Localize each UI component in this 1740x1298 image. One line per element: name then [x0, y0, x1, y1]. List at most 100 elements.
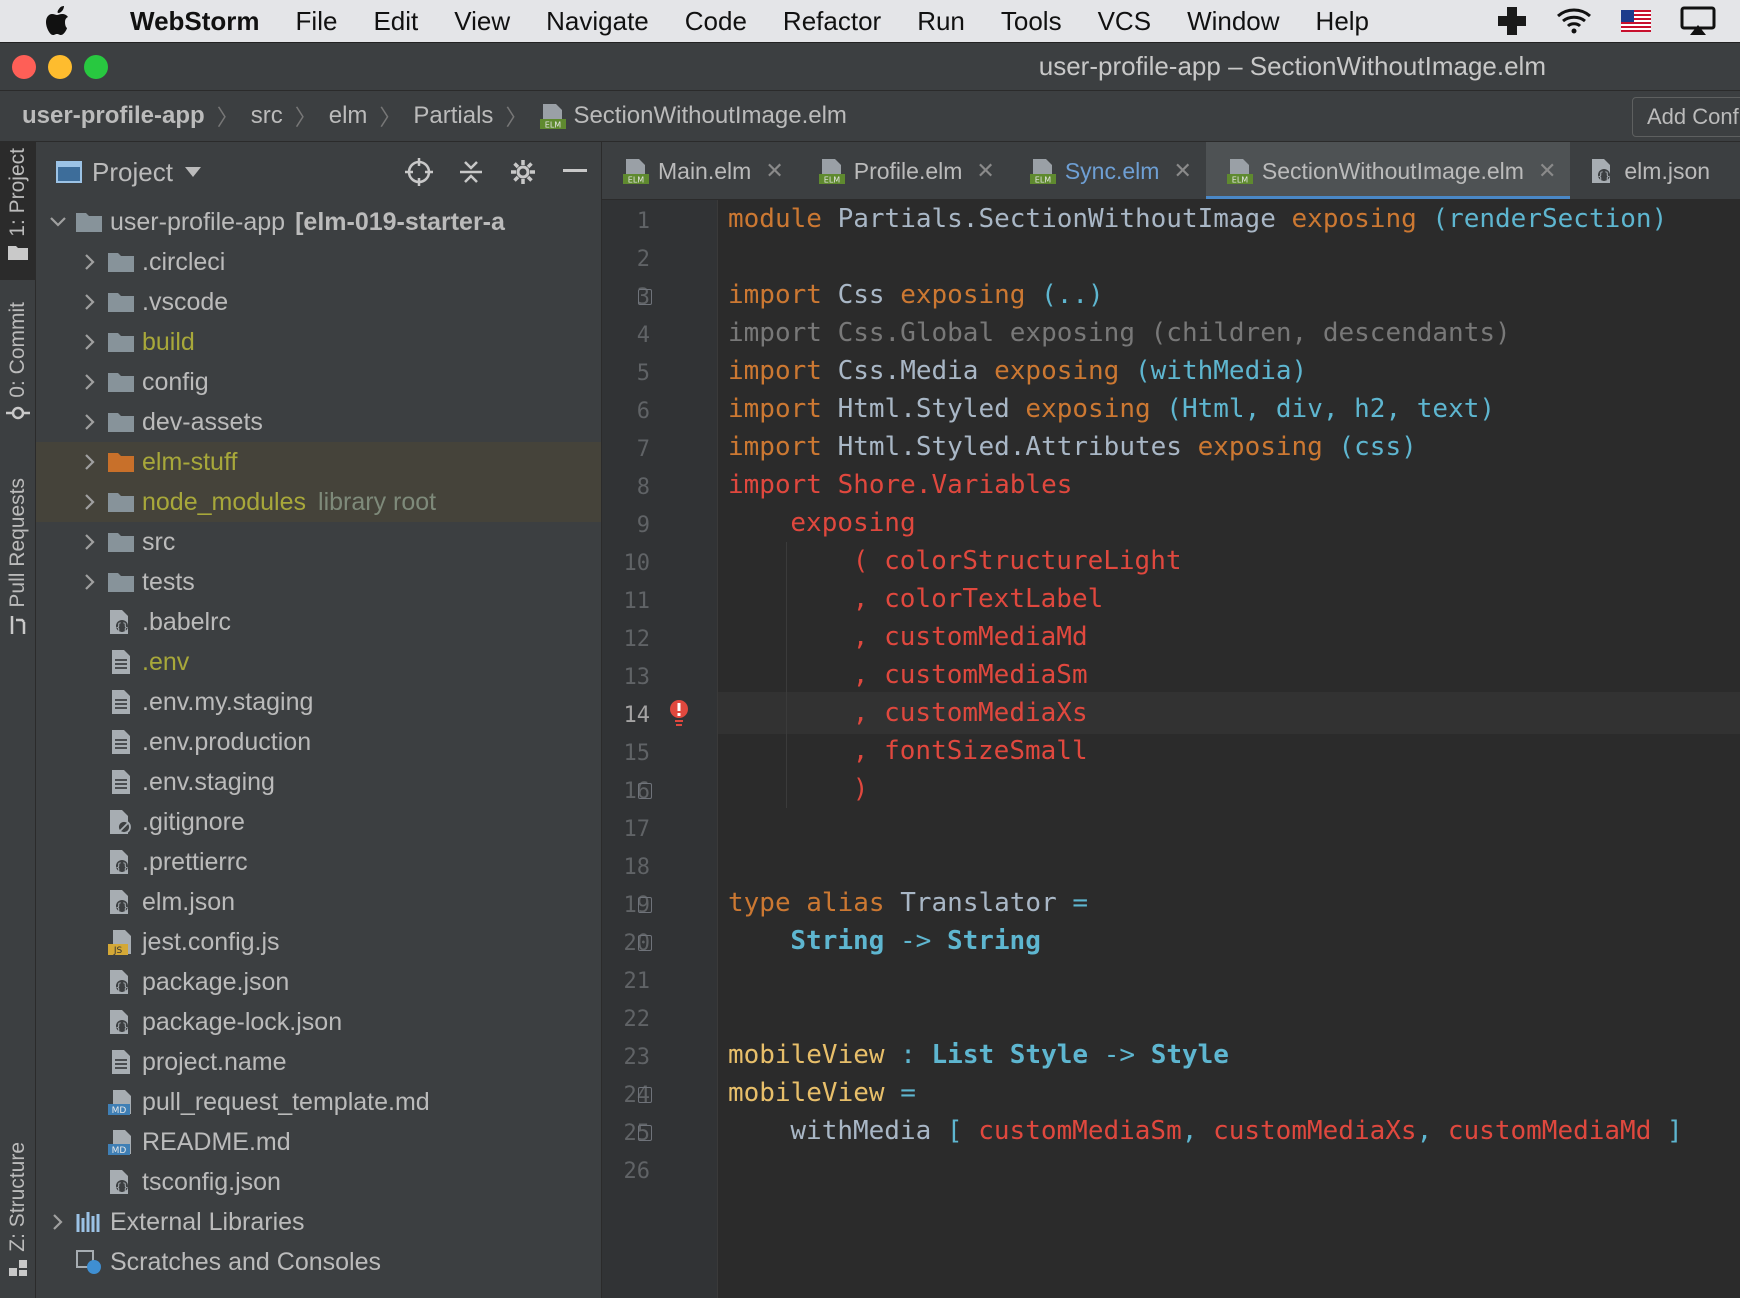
chevron-right-icon[interactable]	[74, 334, 106, 350]
chevron-right-icon[interactable]	[42, 1214, 74, 1230]
tool-tab-structure[interactable]: Z: Structure	[0, 1142, 36, 1290]
chevron-right-icon[interactable]	[74, 374, 106, 390]
tree-item[interactable]: project.name	[36, 1042, 601, 1082]
tree-item[interactable]: .vscode	[36, 282, 601, 322]
code-line: , colorTextLabel	[853, 578, 1103, 620]
editor-tabs: ELM Main.elm ✕ ELM Profile.elm ✕ ELM Sync.el…	[602, 142, 1740, 200]
menu-view[interactable]: View	[454, 6, 510, 37]
tree-item[interactable]: .env.my.staging	[36, 682, 601, 722]
tree-item[interactable]: JS jest.config.js	[36, 922, 601, 962]
chevron-right-icon[interactable]	[74, 574, 106, 590]
airplay-icon[interactable]	[1678, 5, 1718, 37]
close-icon[interactable]: ✕	[1538, 158, 1556, 184]
tool-tab-pull-requests[interactable]: Pull Requests	[0, 478, 36, 648]
breadcrumb-project[interactable]: user-profile-app	[22, 102, 205, 130]
tree-item[interactable]: dev-assets	[36, 402, 601, 442]
line-number: 22	[623, 1007, 651, 1032]
menu-navigate[interactable]: Navigate	[546, 6, 649, 37]
menu-window[interactable]: Window	[1187, 6, 1279, 37]
code-token: Translator	[884, 888, 1057, 918]
tree-item[interactable]: build	[36, 322, 601, 362]
tree-item[interactable]: .env.production	[36, 722, 601, 762]
fold-marker-icon[interactable]	[638, 897, 652, 913]
tree-item[interactable]: .gitignore	[36, 802, 601, 842]
tree-item[interactable]: MD pull_request_template.md	[36, 1082, 601, 1122]
line-number: 2	[636, 247, 650, 272]
chevron-right-icon[interactable]	[74, 254, 106, 270]
tree-item[interactable]: MD README.md	[36, 1122, 601, 1162]
code-token: import	[728, 356, 822, 386]
chevron-right-icon[interactable]	[74, 534, 106, 550]
left-tool-strip: 1: Project 0: Commit Pull Requests Z: St…	[0, 142, 36, 1298]
menu-app-name[interactable]: WebStorm	[130, 6, 260, 37]
tree-item[interactable]: elm-stuff	[36, 442, 601, 482]
editor-tab[interactable]: ELM SectionWithoutImage.elm ✕	[1205, 142, 1571, 199]
tree-item[interactable]: node_modules library root	[36, 482, 601, 522]
tool-tab-commit-label: 0: Commit	[6, 302, 29, 398]
fold-marker-icon[interactable]	[638, 1087, 652, 1103]
menu-refactor[interactable]: Refactor	[783, 6, 881, 37]
editor-tab[interactable]: ELM Sync.elm ✕	[1009, 142, 1206, 199]
tree-item[interactable]: {} elm.json	[36, 882, 601, 922]
fold-marker-icon[interactable]	[638, 1125, 652, 1141]
tree-item[interactable]: {} package.json	[36, 962, 601, 1002]
tree-item[interactable]: {} tsconfig.json	[36, 1162, 601, 1202]
close-icon[interactable]: ✕	[1173, 158, 1191, 184]
menu-code[interactable]: Code	[685, 6, 747, 37]
menu-edit[interactable]: Edit	[373, 6, 418, 37]
apple-icon[interactable]	[38, 0, 80, 42]
menu-tools[interactable]: Tools	[1001, 6, 1062, 37]
hide-panel-icon[interactable]	[549, 142, 601, 202]
chevron-right-icon[interactable]	[74, 494, 106, 510]
project-panel-title[interactable]: Project	[92, 157, 173, 188]
breadcrumb-partials[interactable]: Partials	[413, 102, 493, 130]
tool-tab-project[interactable]: 1: Project	[0, 142, 36, 280]
fold-marker-icon[interactable]	[638, 289, 652, 305]
tool-tab-commit[interactable]: 0: Commit	[0, 302, 36, 442]
menu-file[interactable]: File	[296, 6, 338, 37]
plus-cross-icon[interactable]	[1492, 5, 1532, 37]
code-token: customMediaXs	[1213, 1116, 1417, 1146]
code-token: Css.Media	[821, 356, 995, 386]
breadcrumb-src[interactable]: src	[251, 102, 283, 130]
editor-tab[interactable]: {} elm.json	[1570, 142, 1724, 199]
code-editor[interactable]: module Partials.SectionWithoutImage expo…	[718, 200, 1740, 1298]
breadcrumb-elm[interactable]: elm	[329, 102, 368, 130]
tree-item[interactable]: .env	[36, 642, 601, 682]
error-bulb-icon[interactable]	[668, 698, 690, 733]
tree-item[interactable]: {} .prettierrc	[36, 842, 601, 882]
fold-marker-icon[interactable]	[638, 783, 652, 799]
fold-marker-icon[interactable]	[638, 935, 652, 951]
gear-icon[interactable]	[497, 142, 549, 202]
editor-tab[interactable]: ELM Profile.elm ✕	[798, 142, 1009, 199]
editor-tab[interactable]: ELM Main.elm ✕	[602, 142, 798, 199]
tree-root[interactable]: user-profile-app [elm-019-starter-a	[36, 202, 601, 242]
chevron-down-icon[interactable]	[184, 167, 201, 177]
chevron-right-icon[interactable]	[74, 414, 106, 430]
code-token: exposing	[900, 280, 1026, 310]
tree-item[interactable]: .circleci	[36, 242, 601, 282]
tree-external-libraries[interactable]: External Libraries	[36, 1202, 601, 1242]
close-icon[interactable]: ✕	[976, 158, 994, 184]
wifi-icon[interactable]	[1554, 5, 1594, 37]
tree-item[interactable]: {} package-lock.json	[36, 1002, 601, 1042]
menu-run[interactable]: Run	[917, 6, 965, 37]
menu-vcs[interactable]: VCS	[1098, 6, 1151, 37]
us-flag-icon[interactable]	[1616, 5, 1656, 37]
tree-item[interactable]: config	[36, 362, 601, 402]
tree-scratches[interactable]: Scratches and Consoles	[36, 1242, 601, 1282]
locate-file-icon[interactable]	[393, 142, 445, 202]
breadcrumb-file[interactable]: SectionWithoutImage.elm	[573, 102, 846, 130]
tree-item[interactable]: src	[36, 522, 601, 562]
add-configuration-button[interactable]: Add Configuration...	[1632, 97, 1740, 137]
close-icon[interactable]: ✕	[765, 158, 783, 184]
tree-item[interactable]: {} .babelrc	[36, 602, 601, 642]
chevron-right-icon[interactable]	[74, 454, 106, 470]
tree-item[interactable]: tests	[36, 562, 601, 602]
menu-help[interactable]: Help	[1316, 6, 1369, 37]
chevron-down-icon[interactable]	[42, 217, 74, 227]
tree-item[interactable]: .env.staging	[36, 762, 601, 802]
breadcrumb-separator: 〉	[294, 105, 317, 130]
chevron-right-icon[interactable]	[74, 294, 106, 310]
collapse-all-icon[interactable]	[445, 142, 497, 202]
